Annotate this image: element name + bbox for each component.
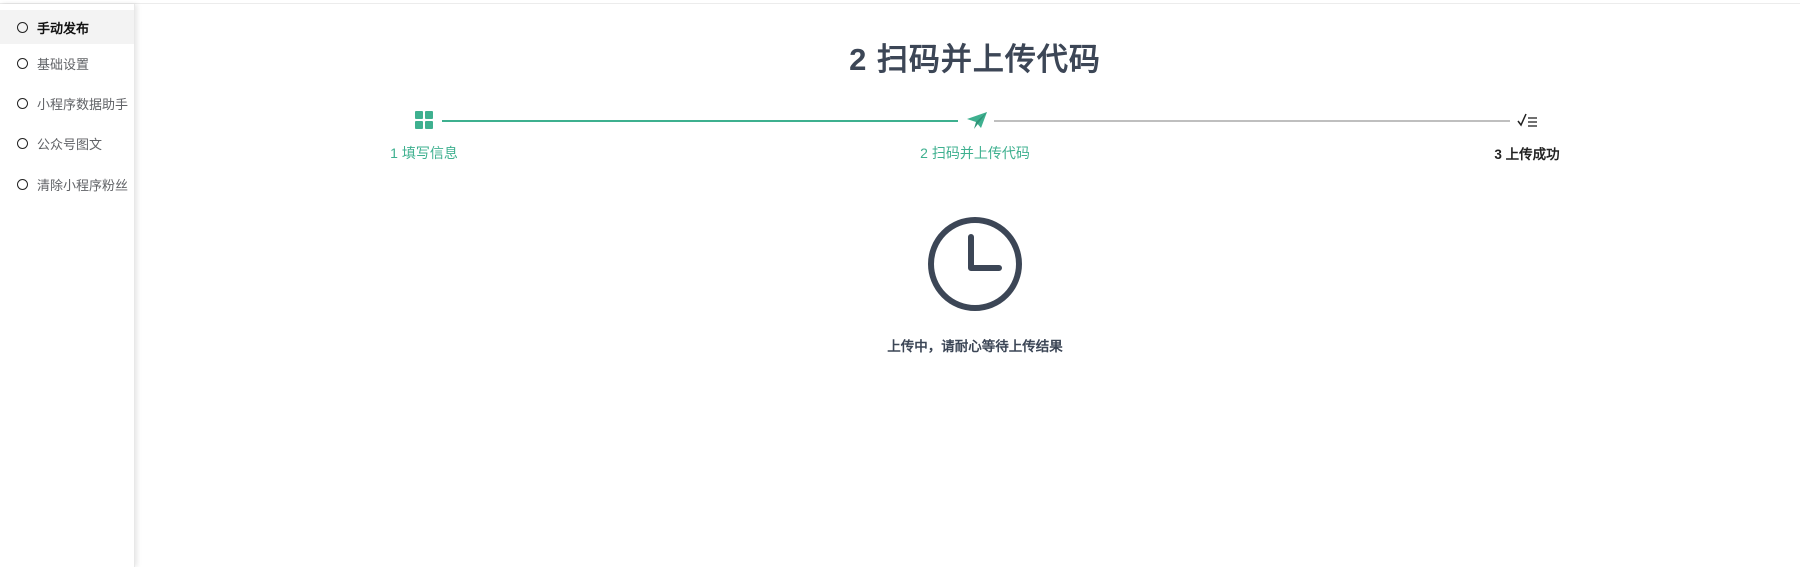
sidebar-item-basic-settings[interactable]: 基础设置 (0, 46, 134, 80)
page-title: 2 扫码并上传代码 (849, 42, 1101, 77)
app-root: 手动发布 基础设置 小程序数据助手 公众号图文 清除小程序粉丝 2 扫码并上传代… (0, 0, 1800, 567)
step-connector-pending (994, 120, 1510, 122)
top-divider (0, 3, 1800, 4)
clock-icon (928, 217, 1022, 311)
sidebar-item-clear-miniprogram-fans[interactable]: 清除小程序粉丝 (0, 167, 134, 201)
sidebar-item-label: 公众号图文 (37, 136, 103, 152)
sidebar-item-label: 小程序数据助手 (37, 96, 129, 112)
step-connector-done (442, 120, 958, 122)
sidebar-item-manual-publish[interactable]: 手动发布 (0, 10, 134, 44)
grid-icon (415, 111, 433, 129)
radio-icon (17, 137, 28, 149)
radio-icon (17, 97, 28, 109)
sidebar: 手动发布 基础设置 小程序数据助手 公众号图文 清除小程序粉丝 (0, 4, 135, 567)
step-label-3: 3 上传成功 (1494, 147, 1560, 162)
upload-status-text: 上传中，请耐心等待上传结果 (887, 339, 1063, 354)
step-label-1: 1 填写信息 (390, 145, 458, 161)
sidebar-item-label: 清除小程序粉丝 (37, 177, 129, 193)
radio-icon (17, 57, 28, 69)
sidebar-item-label: 手动发布 (37, 20, 90, 36)
checklist-icon (1517, 113, 1537, 127)
sidebar-item-miniprogram-data-assistant[interactable]: 小程序数据助手 (0, 86, 134, 120)
sidebar-item-label: 基础设置 (37, 56, 90, 72)
radio-icon (17, 21, 28, 33)
paper-plane-icon (967, 112, 987, 129)
radio-icon (17, 178, 28, 190)
sidebar-item-official-account-articles[interactable]: 公众号图文 (0, 126, 134, 160)
step-label-2: 2 扫码并上传代码 (920, 145, 1030, 161)
